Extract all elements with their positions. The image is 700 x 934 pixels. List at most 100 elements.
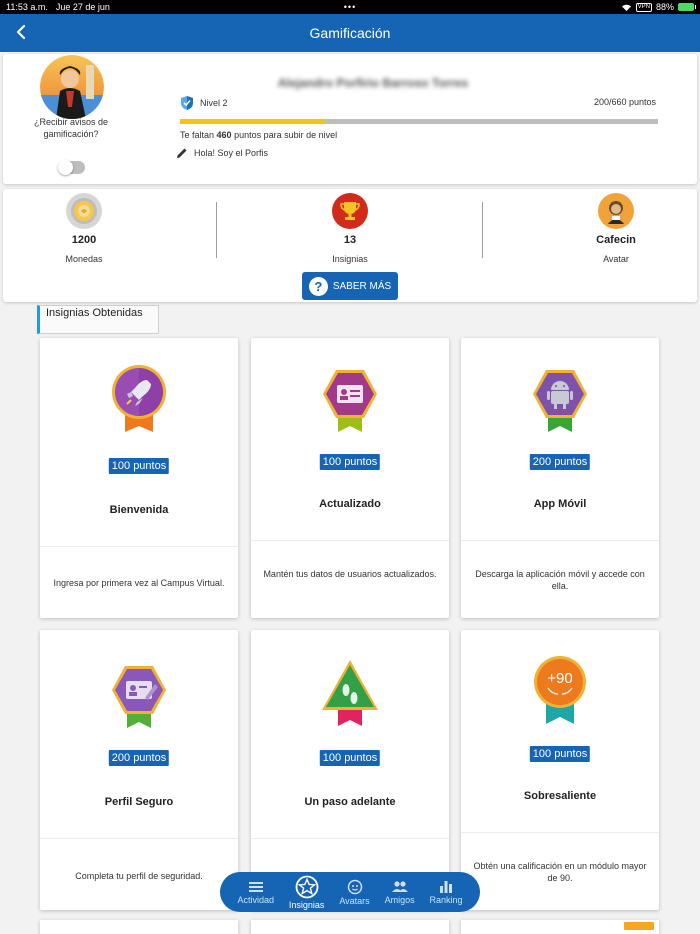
id-card-icon — [323, 370, 377, 432]
nav-activity[interactable]: Actividad — [237, 880, 274, 905]
badge-divider — [40, 838, 238, 839]
section-title: Insignias Obtenidas — [37, 305, 159, 334]
vpn-icon: VPN — [635, 2, 652, 12]
stat-avatar[interactable]: Cafecin Avatar — [536, 193, 696, 264]
activity-list-icon — [248, 881, 263, 892]
bottom-nav: Actividad Insignias Avatars Amigos Ranki… — [220, 872, 480, 912]
status-indicators: VPN 88% — [621, 2, 696, 12]
user-name: Alejandro Porfirio Barroso Torres — [277, 76, 469, 90]
android-icon — [533, 370, 587, 432]
badge-card[interactable] — [251, 920, 449, 934]
badge-tag — [624, 922, 654, 930]
nav-label: Amigos — [384, 894, 415, 905]
status-message[interactable]: Hola! Soy el Porfis — [176, 147, 268, 159]
nav-label: Avatars — [339, 895, 370, 906]
avatar-icon — [598, 193, 634, 229]
shield-icon — [181, 96, 193, 110]
badge-name: Sobresaliente — [523, 790, 597, 802]
plus-ninety-icon: +90 — [534, 656, 586, 724]
nav-label: Insignias — [288, 899, 325, 910]
badge-card[interactable]: 100 puntos Actualizado Mantén tus datos … — [251, 338, 449, 618]
badge-points: 100 puntos — [319, 750, 381, 766]
status-bar: 11:53 a.m. Jue 27 de jun ••• VPN 88% — [0, 0, 700, 14]
missing-points: 460 — [216, 130, 232, 140]
badge-points: 200 puntos — [529, 454, 591, 470]
badge-points: 100 puntos — [529, 746, 591, 762]
level-indicator: Nivel 2 — [180, 95, 228, 111]
toggle-knob — [58, 160, 73, 175]
badge-card[interactable]: 200 puntos App Móvil Descarga la aplicac… — [461, 338, 659, 618]
level-progress-bar — [180, 119, 658, 124]
stats-card: 1200 Monedas 13 Insignias Cafecin Avatar… — [3, 189, 697, 302]
status-message-text: Hola! Soy el Porfis — [194, 148, 269, 158]
status-date: Jue 27 de jun — [55, 2, 110, 12]
badge-name: Un paso adelante — [304, 796, 396, 808]
footsteps-icon — [322, 660, 378, 726]
badge-description: Mantén tus datos de usuarios actualizado… — [263, 569, 437, 579]
stat-coins[interactable]: 1200 Monedas — [4, 193, 164, 264]
notify-toggle[interactable] — [58, 160, 85, 175]
badge-divider — [251, 540, 449, 541]
missing-suffix: puntos para subir de nivel — [231, 130, 338, 140]
badge-divider — [251, 838, 449, 839]
points-total: 200/660 puntos — [593, 97, 656, 107]
nav-label: Ranking — [429, 894, 463, 905]
badge-name: Bienvenida — [109, 504, 169, 516]
badge-divider — [461, 540, 659, 541]
help-icon: ? — [308, 276, 328, 296]
level-progress-fill — [180, 119, 325, 124]
nav-label: Actividad — [237, 894, 274, 905]
star-badge-icon — [295, 875, 319, 898]
stat-value: 13 — [343, 234, 357, 246]
avatar[interactable] — [40, 55, 104, 119]
missing-prefix: Te faltan — [180, 130, 217, 140]
learn-more-label: SABER MÁS — [332, 280, 392, 292]
multitask-dots-icon[interactable]: ••• — [344, 2, 356, 12]
stat-value: Cafecin — [596, 234, 636, 246]
stat-divider — [482, 202, 483, 258]
notify-label: ¿Recibir avisos de gamificación? — [33, 117, 109, 139]
badge-name: Perfil Seguro — [104, 796, 174, 808]
nav-avatars[interactable]: Avatars — [339, 879, 370, 906]
profile-card: ¿Recibir avisos de gamificación? Alejand… — [3, 54, 697, 184]
chevron-left-icon — [16, 24, 26, 40]
badge-name: App Móvil — [533, 498, 587, 510]
badge-divider — [40, 546, 238, 547]
trophy-icon — [332, 193, 368, 229]
badge-divider — [461, 832, 659, 833]
badge-card[interactable] — [40, 920, 238, 934]
bar-chart-icon — [440, 880, 453, 893]
stat-divider — [216, 202, 217, 258]
battery-percent: 88% — [655, 2, 674, 12]
friends-icon — [391, 880, 408, 892]
badge-points: 200 puntos — [108, 750, 170, 766]
badge-card[interactable]: +90 100 puntos Sobresaliente Obtén una c… — [461, 630, 659, 910]
coin-icon — [66, 193, 102, 229]
battery-icon — [678, 3, 696, 11]
app-header: Gamificación — [0, 14, 700, 52]
nav-ranking[interactable]: Ranking — [430, 880, 463, 905]
rocket-icon — [112, 365, 166, 432]
badge-card[interactable]: 200 puntos Perfil Seguro Completa tu per… — [40, 630, 238, 910]
stat-label: Monedas — [65, 254, 103, 264]
badge-card[interactable]: 100 puntos Un paso adelante — [251, 630, 449, 910]
back-button[interactable] — [10, 21, 32, 43]
stat-badges[interactable]: 13 Insignias — [270, 193, 430, 264]
nav-friends[interactable]: Amigos — [385, 880, 415, 905]
points-missing-text: Te faltan 460 puntos para subir de nivel — [180, 130, 337, 140]
id-card-edit-icon — [112, 666, 166, 728]
page-title: Gamificación — [309, 25, 391, 41]
pencil-icon — [177, 148, 187, 158]
badge-description: Completa tu perfil de seguridad. — [75, 871, 203, 881]
stat-label: Avatar — [603, 254, 629, 264]
badge-card[interactable] — [461, 920, 659, 934]
badge-card[interactable]: 100 puntos Bienvenida Ingresa por primer… — [40, 338, 238, 618]
stat-label: Insignias — [332, 254, 368, 264]
badge-points: 100 puntos — [319, 454, 381, 470]
status-time: 11:53 a.m. — [6, 2, 48, 12]
badge-description: Descarga la aplicación móvil y accede co… — [475, 569, 645, 591]
level-label: Nivel 2 — [200, 98, 228, 108]
nav-badges[interactable]: Insignias — [288, 875, 325, 910]
learn-more-button[interactable]: ? SABER MÁS — [302, 272, 398, 300]
badge-points: 100 puntos — [108, 458, 170, 474]
